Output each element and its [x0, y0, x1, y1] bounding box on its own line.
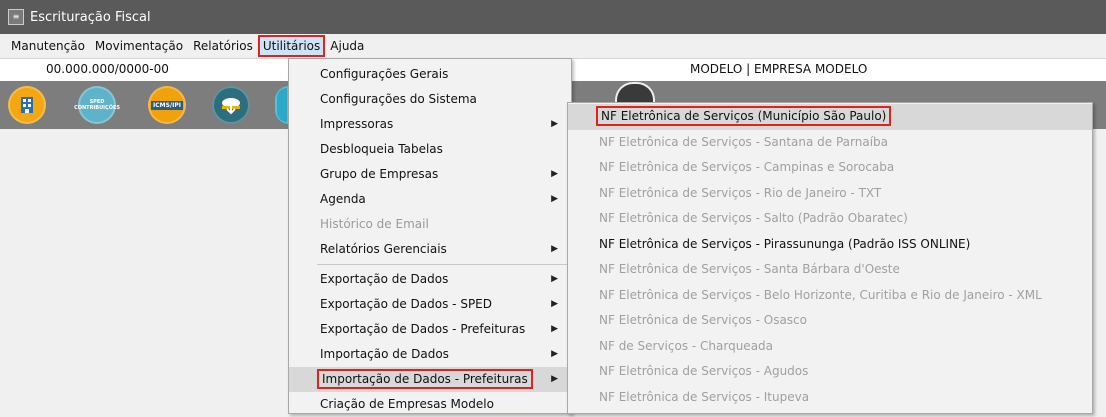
menu-bar: Manutenção Movimentação Relatórios Utili… — [0, 34, 1106, 58]
submenu-arrow-icon: ▶ — [551, 169, 558, 179]
menu-utilitarios[interactable]: Utilitários — [257, 35, 326, 57]
menu-item-label: Exportação de Dados - Prefeituras — [320, 322, 526, 336]
menu-item-label: Importação de Dados - Prefeituras — [317, 369, 533, 389]
submenu-item-pirassununga[interactable]: NF Eletrônica de Serviços - Pirassununga… — [568, 232, 1092, 258]
menu-item-importacao-dados[interactable]: Importação de Dados ▶ — [289, 342, 571, 367]
submenu-item-label: NF Eletrônica de Serviços - Santa Bárbar… — [599, 262, 900, 276]
menu-item-label: Histórico de Email — [320, 217, 429, 231]
submenu-arrow-icon: ▶ — [551, 349, 558, 359]
submenu-arrow-icon: ▶ — [551, 374, 558, 384]
menu-item-exportacao-dados[interactable]: Exportação de Dados ▶ — [289, 267, 571, 292]
submenu-item-label: NF de Serviços - Charqueada — [599, 338, 774, 353]
menu-item-agenda[interactable]: Agenda ▶ — [289, 187, 571, 212]
window-icon[interactable]: ≡ — [8, 9, 24, 25]
menu-item-relatorios-gerenciais[interactable]: Relatórios Gerenciais ▶ — [289, 237, 571, 262]
submenu-item-santana-parnaiba: NF Eletrônica de Serviços - Santana de P… — [568, 130, 1092, 156]
submenu-item-label: NF Eletrônica de Serviços - Osasco — [599, 313, 807, 327]
submenu-arrow-icon: ▶ — [551, 324, 558, 334]
submenu-arrow-icon: ▶ — [551, 299, 558, 309]
importacao-prefeituras-submenu: NF Eletrônica de Serviços (Município São… — [567, 102, 1093, 414]
menu-item-label: Criação de Empresas Modelo — [320, 397, 494, 411]
cnpj-label: 00.000.000/0000-00 — [46, 62, 169, 76]
submenu-item-label: NF Eletrônica de Serviços - Agudos — [599, 364, 809, 378]
building-icon[interactable] — [8, 86, 46, 124]
menu-item-label: Exportação de Dados - SPED — [320, 297, 492, 311]
menu-item-label: Importação de Dados — [320, 347, 449, 361]
sped-contribuicoes-label: SPED CONTRIBUIÇÕES — [74, 99, 120, 111]
submenu-item-label: NF Eletrônica de Serviços - Pirassununga… — [599, 236, 971, 251]
icms-ipi-label: ICMS/IPI — [151, 100, 183, 110]
submenu-item-rio-janeiro-txt: NF Eletrônica de Serviços - Rio de Janei… — [568, 181, 1092, 207]
menu-item-label: Configurações do Sistema — [320, 92, 477, 106]
submenu-item-salto: NF Eletrônica de Serviços - Salto (Padrã… — [568, 206, 1092, 232]
submenu-arrow-icon: ▶ — [551, 274, 558, 284]
submenu-item-label: NF Eletrônica de Serviços - Rio de Janei… — [599, 185, 882, 200]
menu-relatorios[interactable]: Relatórios — [188, 35, 258, 57]
submenu-item-agudos: NF Eletrônica de Serviços - Agudos — [568, 359, 1092, 385]
title-bar: ≡ Escrituração Fiscal — [0, 0, 1106, 34]
menu-item-label: Grupo de Empresas — [320, 167, 439, 181]
menu-item-configuracoes-gerais[interactable]: Configurações Gerais — [289, 62, 571, 87]
menu-item-impressoras[interactable]: Impressoras ▶ — [289, 112, 571, 137]
menu-ajuda[interactable]: Ajuda — [325, 35, 369, 57]
menu-movimentacao[interactable]: Movimentação — [90, 35, 188, 57]
menu-item-grupo-empresas[interactable]: Grupo de Empresas ▶ — [289, 162, 571, 187]
submenu-item-charqueada: NF de Serviços - Charqueada — [568, 334, 1092, 360]
menu-item-label: Configurações Gerais — [320, 67, 449, 81]
submenu-item-santa-barbara: NF Eletrônica de Serviços - Santa Bárbar… — [568, 257, 1092, 283]
menu-item-exportacao-prefeituras[interactable]: Exportação de Dados - Prefeituras ▶ — [289, 317, 571, 342]
submenu-item-sao-paulo[interactable]: NF Eletrônica de Serviços (Município São… — [568, 104, 1092, 130]
menu-item-label: Agenda — [320, 192, 366, 206]
menu-item-label: Relatórios Gerenciais — [320, 242, 447, 256]
company-name: MODELO | EMPRESA MODELO — [690, 62, 868, 76]
submenu-item-label: NF Eletrônica de Serviços - Salto (Padrã… — [599, 211, 908, 225]
submenu-arrow-icon: ▶ — [551, 194, 558, 204]
partial-app-icon[interactable] — [275, 86, 289, 124]
menu-item-desbloqueia-tabelas[interactable]: Desbloqueia Tabelas — [289, 137, 571, 162]
submenu-item-bh-curitiba-rj-xml: NF Eletrônica de Serviços - Belo Horizon… — [568, 283, 1092, 309]
submenu-arrow-icon: ▶ — [551, 119, 558, 129]
menu-item-label: Exportação de Dados — [320, 272, 449, 286]
menu-item-criacao-empresas-modelo[interactable]: Criação de Empresas Modelo — [289, 392, 571, 417]
menu-item-importacao-prefeituras[interactable]: Importação de Dados - Prefeituras ▶ — [289, 367, 571, 392]
menu-separator — [317, 264, 568, 265]
submenu-item-label: NF Eletrônica de Serviços - Santana de P… — [599, 134, 889, 149]
submenu-item-label: NF Eletrônica de Serviços (Município São… — [595, 106, 892, 126]
utilitarios-menu: Configurações Gerais Configurações do Si… — [288, 58, 572, 414]
submenu-item-label: NF Eletrônica de Serviços - Campinas e S… — [599, 160, 895, 174]
submenu-arrow-icon: ▶ — [551, 244, 558, 254]
menu-item-configuracoes-sistema[interactable]: Configurações do Sistema — [289, 87, 571, 112]
submenu-item-itupeva: NF Eletrônica de Serviços - Itupeva — [568, 385, 1092, 411]
menu-item-label: Desbloqueia Tabelas — [320, 142, 443, 156]
window-title: Escrituração Fiscal — [30, 9, 151, 25]
submenu-item-osasco: NF Eletrônica de Serviços - Osasco — [568, 308, 1092, 334]
cloud-download-icon[interactable] — [212, 86, 250, 124]
menu-manutencao[interactable]: Manutenção — [6, 35, 90, 57]
menu-item-label: Impressoras — [320, 117, 394, 131]
submenu-item-campinas-sorocaba: NF Eletrônica de Serviços - Campinas e S… — [568, 155, 1092, 181]
submenu-item-label: NF Eletrônica de Serviços - Itupeva — [599, 389, 810, 404]
icms-ipi-icon[interactable]: ICMS/IPI — [148, 86, 186, 124]
menu-item-exportacao-sped[interactable]: Exportação de Dados - SPED ▶ — [289, 292, 571, 317]
submenu-item-label: NF Eletrônica de Serviços - Belo Horizon… — [599, 287, 1042, 302]
menu-item-historico-email: Histórico de Email — [289, 212, 571, 237]
sped-contribuicoes-icon[interactable]: SPED CONTRIBUIÇÕES — [74, 86, 120, 124]
